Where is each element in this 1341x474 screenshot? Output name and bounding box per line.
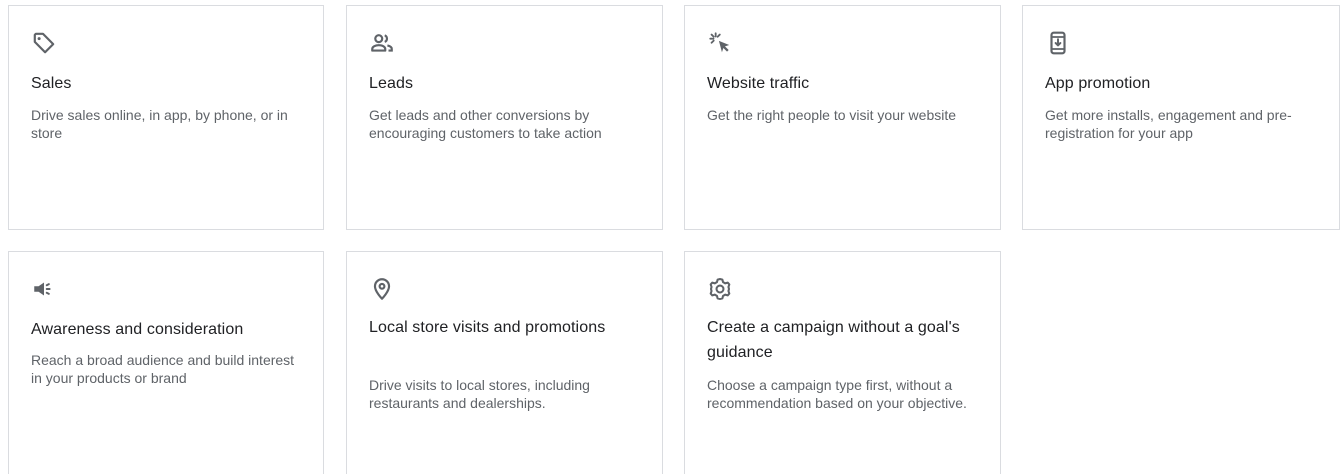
goal-title: Website traffic xyxy=(707,75,810,92)
goal-description: Get more installs, engagement and pre-re… xyxy=(1045,107,1292,141)
tag-icon xyxy=(31,30,57,56)
goal-card-app-promotion[interactable]: App promotion Get more installs, engagem… xyxy=(1022,5,1340,230)
people-icon xyxy=(369,30,395,56)
goal-card-sales[interactable]: Sales Drive sales online, in app, by pho… xyxy=(8,5,324,230)
gear-icon xyxy=(707,276,733,302)
goal-card-awareness[interactable]: Awareness and consideration Reach a broa… xyxy=(8,251,324,474)
goal-description: Drive sales online, in app, by phone, or… xyxy=(31,107,288,141)
goal-title: Awareness and consideration xyxy=(31,321,244,338)
location-pin-icon xyxy=(369,276,395,302)
goal-title: App promotion xyxy=(1045,75,1151,92)
goal-card-website-traffic[interactable]: Website traffic Get the right people to … xyxy=(684,5,1001,230)
goal-card-local-store-visits[interactable]: Local store visits and promotions Drive … xyxy=(346,251,663,474)
goal-description: Reach a broad audience and build interes… xyxy=(31,352,295,386)
phone-download-icon xyxy=(1045,30,1071,56)
goal-description: Get the right people to visit your websi… xyxy=(707,107,957,123)
goal-title: Local store visits and promotions xyxy=(369,319,606,336)
goal-title: Sales xyxy=(31,75,72,92)
goal-card-no-goal-guidance[interactable]: Create a campaign without a goal's guida… xyxy=(684,251,1001,474)
goal-description: Get leads and other conversions by encou… xyxy=(369,107,602,141)
goal-description: Choose a campaign type first, without a … xyxy=(707,377,967,411)
goal-title: Create a campaign without a goal's guida… xyxy=(707,319,960,361)
cursor-click-icon xyxy=(707,30,733,56)
goal-description: Drive visits to local stores, including … xyxy=(369,377,590,411)
megaphone-icon xyxy=(31,276,57,302)
goal-card-leads[interactable]: Leads Get leads and other conversions by… xyxy=(346,5,663,230)
goal-title: Leads xyxy=(369,75,414,92)
